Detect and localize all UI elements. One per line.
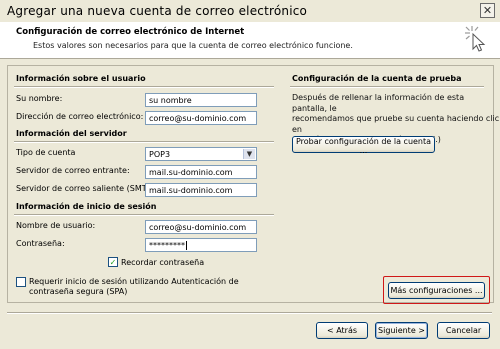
dialog-window: Agregar una nueva cuenta de correo elect… xyxy=(0,0,500,349)
title-bar: Agregar una nueva cuenta de correo elect… xyxy=(0,0,500,23)
divider xyxy=(14,141,274,143)
divider xyxy=(14,214,274,216)
username-label: Nombre de usuario: xyxy=(16,221,96,230)
password-label: Contraseña: xyxy=(16,239,65,248)
spa-label-line1: Requerir inicio de sesión utilizando Aut… xyxy=(29,277,239,286)
divider xyxy=(14,86,274,88)
dialog-header: Configuración de correo electrónico de I… xyxy=(0,22,500,59)
chevron-down-icon[interactable]: ▼ xyxy=(243,149,255,159)
remember-password-label: Recordar contraseña xyxy=(121,258,205,267)
next-button[interactable]: Siguiente > xyxy=(375,322,428,339)
email-address-input[interactable]: correo@su-dominio.com xyxy=(145,111,257,125)
section-server-info-title: Información del servidor xyxy=(16,129,127,138)
incoming-server-label: Servidor de correo entrante: xyxy=(16,166,130,175)
password-input[interactable]: ********* xyxy=(145,238,257,252)
more-settings-button[interactable]: Más configuraciones ... xyxy=(388,282,485,299)
back-button[interactable]: < Atrás xyxy=(316,322,368,339)
your-name-label: Su nombre: xyxy=(16,94,63,103)
spa-label-line2: contraseña segura (SPA) xyxy=(29,287,128,296)
window-title: Agregar una nueva cuenta de correo elect… xyxy=(7,4,308,18)
header-title: Configuración de correo electrónico de I… xyxy=(16,27,245,37)
header-subtitle: Estos valores son necesarios para que la… xyxy=(33,41,353,50)
section-user-info-title: Información sobre el usuario xyxy=(16,74,146,83)
footer-divider xyxy=(7,312,492,314)
email-address-label: Dirección de correo electrónico: xyxy=(16,112,144,121)
your-name-input[interactable]: su nombre xyxy=(145,93,257,107)
test-account-settings-button[interactable]: Probar configuración de la cuenta ... xyxy=(292,136,435,155)
account-type-value: POP3 xyxy=(149,150,171,159)
divider xyxy=(290,86,484,88)
text-caret xyxy=(186,241,187,250)
incoming-server-input[interactable]: mail.su-dominio.com xyxy=(145,165,257,179)
section-login-info-title: Información de inicio de sesión xyxy=(16,202,157,211)
password-value: ********* xyxy=(149,241,185,250)
test-description-line: recomendamos que pruebe su cuenta hacien… xyxy=(292,114,500,134)
username-input[interactable]: correo@su-dominio.com xyxy=(145,220,257,234)
account-type-label: Tipo de cuenta xyxy=(16,148,76,157)
spa-checkbox[interactable] xyxy=(16,277,26,287)
mouse-pointer-click-icon xyxy=(465,26,486,52)
outgoing-server-input[interactable]: mail.su-dominio.com xyxy=(145,183,257,197)
account-type-select[interactable]: POP3 ▼ xyxy=(145,147,257,161)
cancel-button[interactable]: Cancelar xyxy=(437,322,490,339)
outgoing-server-label: Servidor de correo saliente (SMTP): xyxy=(16,184,158,193)
test-description-line: Después de rellenar la información de es… xyxy=(292,93,465,113)
close-button[interactable]: ✕ xyxy=(480,3,495,18)
remember-password-checkbox[interactable]: ✓ xyxy=(108,257,118,267)
section-test-config-title: Configuración de la cuenta de prueba xyxy=(292,74,462,83)
